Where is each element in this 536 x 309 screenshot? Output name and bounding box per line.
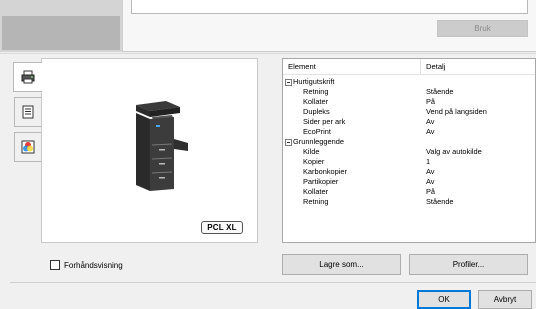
row-element: Kollater — [303, 97, 329, 106]
collapse-icon[interactable] — [285, 78, 292, 86]
group-header[interactable]: Grunnleggende — [285, 137, 344, 147]
divider — [0, 53, 536, 54]
row-element: Retning — [303, 197, 329, 206]
divider — [10, 282, 536, 283]
row-detail: Stående — [426, 197, 454, 206]
top-left-image-area — [2, 16, 120, 50]
table-row[interactable]: Kilde Valg av autokilde — [283, 147, 535, 157]
tab-document[interactable] — [14, 97, 41, 127]
row-detail: 1 — [426, 157, 431, 166]
row-element: Karbonkopier — [303, 167, 347, 176]
printer-icon — [21, 70, 35, 84]
color-icon — [21, 140, 35, 154]
row-detail: Av — [426, 117, 435, 126]
row-detail: Av — [426, 127, 435, 136]
tab-printer[interactable] — [13, 62, 42, 92]
collapse-icon[interactable] — [285, 138, 292, 146]
row-element: Kollater — [303, 187, 329, 196]
preview-checkbox[interactable] — [50, 260, 60, 270]
table-row[interactable]: Kollater På — [283, 187, 535, 197]
profiles-button[interactable]: Profiler... — [409, 254, 528, 275]
table-row[interactable]: Partikopier Av — [283, 177, 535, 187]
ok-button[interactable]: OK — [417, 290, 471, 309]
print-preview-panel — [41, 58, 258, 243]
group-label: Hurtigutskrift — [293, 77, 335, 86]
row-detail: Av — [426, 177, 435, 186]
table-header: Element Detalj — [283, 59, 535, 75]
tab-color[interactable] — [14, 132, 41, 162]
row-detail: Stående — [426, 87, 454, 96]
table-row[interactable]: EcoPrint Av — [283, 127, 535, 137]
row-element: Kilde — [303, 147, 320, 156]
group-header[interactable]: Hurtigutskrift — [285, 77, 334, 87]
row-detail: Vend på langsiden — [426, 107, 487, 116]
column-header-element[interactable]: Element — [283, 59, 316, 75]
table-row[interactable]: Karbonkopier Av — [283, 167, 535, 177]
pcl-xl-badge: PCL XL — [201, 221, 243, 234]
table-row[interactable]: Retning Stående — [283, 197, 535, 207]
table-group-row[interactable]: Grunnleggende — [283, 137, 535, 147]
row-element: Sider per ark — [303, 117, 346, 126]
document-icon — [22, 105, 34, 119]
row-element: Partikopier — [303, 177, 339, 186]
settings-table[interactable]: Element Detalj Hurtigutskrift Retning Ståe… — [282, 58, 536, 243]
row-element: Retning — [303, 87, 329, 96]
row-detail: Valg av autokilde — [426, 147, 482, 156]
top-input-box[interactable] — [131, 0, 528, 14]
cancel-button[interactable]: Avbryt — [478, 290, 532, 309]
group-label: Grunnleggende — [293, 137, 344, 146]
apply-button[interactable]: Bruk — [437, 20, 528, 37]
save-as-button[interactable]: Lagre som... — [282, 254, 401, 275]
table-group-row[interactable]: Hurtigutskrift — [283, 77, 535, 87]
preview-checkbox-row[interactable]: Forhåndsvisning — [50, 259, 123, 271]
table-row[interactable]: Kopier 1 — [283, 157, 535, 167]
column-header-detail[interactable]: Detalj — [420, 59, 445, 75]
preview-checkbox-label: Forhåndsvisning — [64, 260, 123, 270]
row-element: Kopier — [303, 157, 325, 166]
row-detail: Av — [426, 167, 435, 176]
printer-illustration — [136, 101, 188, 191]
row-detail: På — [426, 97, 436, 106]
row-element: EcoPrint — [303, 127, 331, 136]
table-row[interactable]: Kollater På — [283, 97, 535, 107]
table-row[interactable]: Retning Stående — [283, 87, 535, 97]
table-row[interactable]: Sider per ark Av — [283, 117, 535, 127]
table-row[interactable]: Dupleks Vend på langsiden — [283, 107, 535, 117]
row-element: Dupleks — [303, 107, 330, 116]
row-detail: På — [426, 187, 436, 196]
